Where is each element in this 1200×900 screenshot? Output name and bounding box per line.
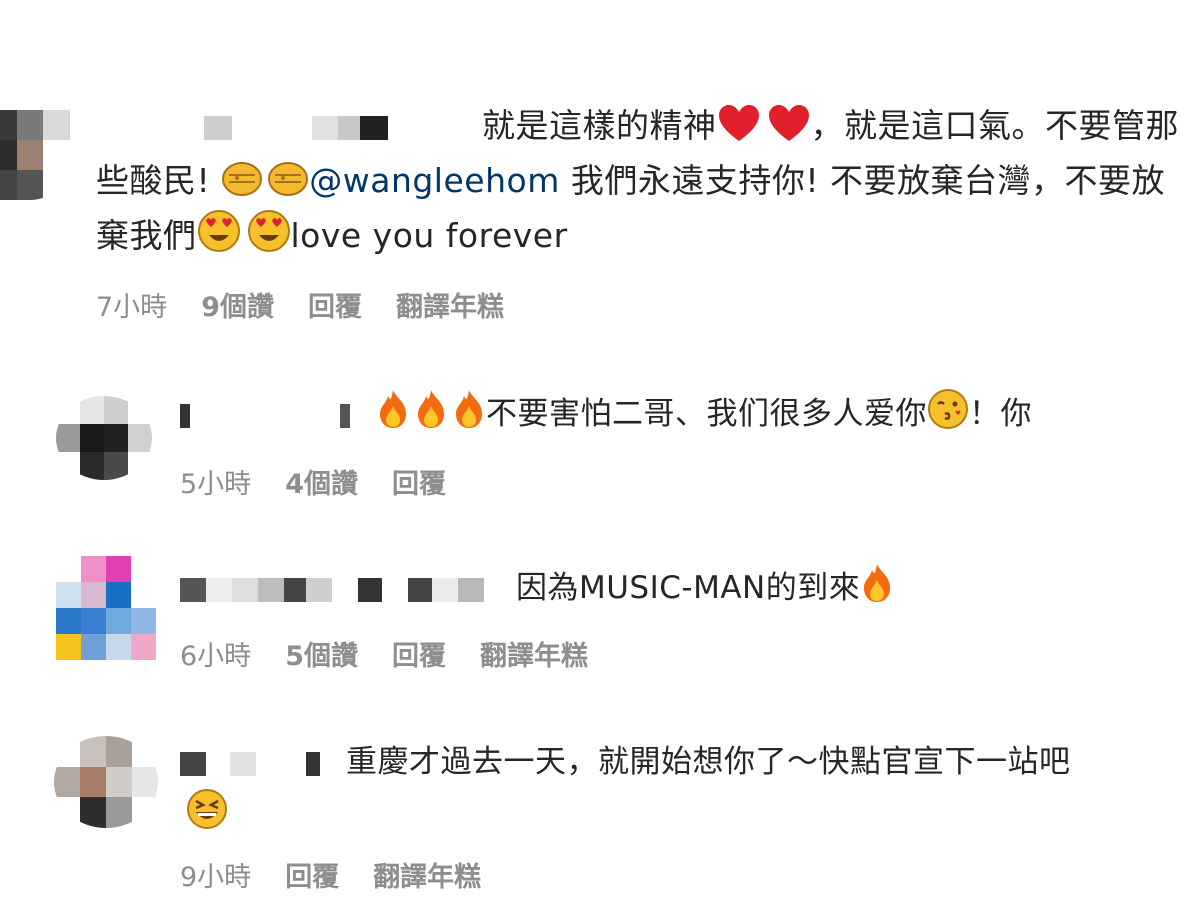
mention-link[interactable]: @wangleehom xyxy=(309,161,560,200)
like-count[interactable]: 4個讚 xyxy=(285,469,358,500)
grinning-squinting-face-icon xyxy=(187,789,227,829)
heart-icon xyxy=(718,105,759,141)
comment-body: 就是這樣的精神 ，就是這口氣。不要管那些酸民! @wangleehom 我們永遠支… xyxy=(96,98,1186,263)
comment-body: 因為MUSIC-MAN的到來 xyxy=(180,562,1180,614)
timestamp[interactable]: 7小時 xyxy=(96,292,167,323)
avatar[interactable] xyxy=(54,736,158,828)
timestamp[interactable]: 5小時 xyxy=(180,469,251,500)
comment-meta: 7小時 9個讚 回覆 翻譯年糕 xyxy=(96,285,538,324)
reply-button[interactable]: 回覆 xyxy=(285,862,339,893)
fire-icon xyxy=(380,390,406,428)
reply-button[interactable]: 回覆 xyxy=(308,292,362,323)
username-redacted[interactable] xyxy=(180,577,510,602)
translate-button[interactable]: 翻譯年糕 xyxy=(396,292,504,323)
translate-button[interactable]: 翻譯年糕 xyxy=(480,641,588,672)
fire-icon xyxy=(418,390,444,428)
comment-meta: 9小時 回覆 翻譯年糕 xyxy=(180,855,515,894)
reply-button[interactable]: 回覆 xyxy=(392,641,446,672)
timestamp[interactable]: 6小時 xyxy=(180,641,251,672)
heart-icon xyxy=(768,105,809,141)
username-redacted[interactable] xyxy=(180,403,370,428)
comment-meta: 5小時 4個讚 回覆 xyxy=(180,462,480,501)
comment-body: 重慶才過去一天，就開始想你了～快點官宣下一站吧 xyxy=(180,736,1190,840)
comment-meta: 6小時 5個讚 回覆 翻譯年糕 xyxy=(180,634,622,673)
timestamp[interactable]: 9小時 xyxy=(180,862,251,893)
avatar[interactable] xyxy=(56,556,156,660)
username-redacted[interactable] xyxy=(196,115,476,140)
oncoming-fist-icon xyxy=(222,162,263,196)
fire-icon xyxy=(864,564,891,602)
username-redacted[interactable] xyxy=(180,751,340,776)
face-blowing-kiss-icon xyxy=(928,389,968,429)
reply-button[interactable]: 回覆 xyxy=(392,469,446,500)
heart-eyes-face-icon xyxy=(197,210,240,252)
fire-icon xyxy=(456,390,482,428)
avatar[interactable] xyxy=(56,396,152,480)
like-count[interactable]: 9個讚 xyxy=(201,292,274,323)
translate-button[interactable]: 翻譯年糕 xyxy=(373,862,481,893)
heart-eyes-face-icon xyxy=(247,210,290,252)
like-count[interactable]: 5個讚 xyxy=(285,641,358,672)
avatar[interactable] xyxy=(0,110,70,200)
comment-body: 不要害怕二哥、我们很多人爱你 ！你 xyxy=(180,388,1180,440)
oncoming-fist-icon xyxy=(268,162,309,196)
